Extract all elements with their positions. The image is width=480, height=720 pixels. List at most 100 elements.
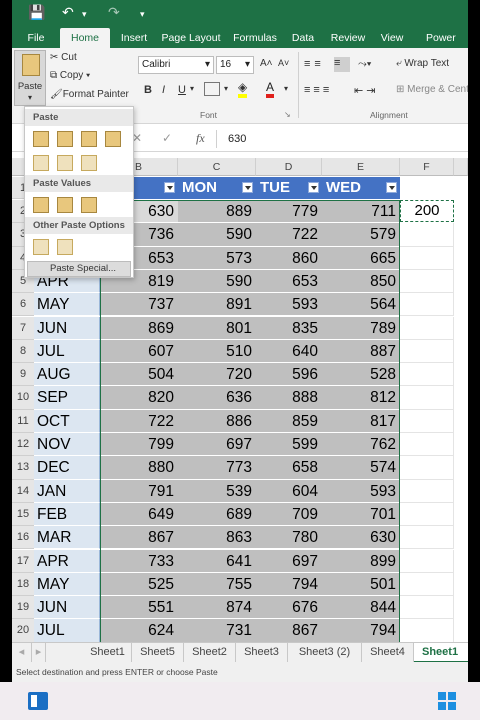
- column-header-c[interactable]: C: [178, 158, 256, 176]
- value-cell[interactable]: 762: [322, 433, 400, 457]
- customize-qat-icon[interactable]: ▾: [140, 9, 145, 20]
- value-cell[interactable]: 863: [178, 526, 256, 550]
- value-cell[interactable]: 653: [256, 269, 322, 294]
- value-cell[interactable]: 891: [178, 293, 256, 317]
- paste-link-icon[interactable]: [57, 239, 73, 255]
- windows-start-icon[interactable]: [438, 692, 456, 710]
- value-cell[interactable]: 773: [178, 456, 256, 480]
- formula-input[interactable]: 630: [228, 133, 246, 145]
- empty-cell[interactable]: [400, 293, 454, 317]
- value-cell[interactable]: 812: [322, 386, 400, 410]
- row-header[interactable]: 18: [12, 572, 34, 597]
- empty-cell[interactable]: [400, 409, 454, 433]
- formatting-icon[interactable]: [33, 239, 49, 255]
- empty-cell[interactable]: [400, 339, 454, 364]
- underline-button[interactable]: U: [178, 84, 186, 96]
- row-header[interactable]: 15: [12, 502, 34, 527]
- value-cell[interactable]: 658: [256, 456, 322, 480]
- value-cell[interactable]: 791: [100, 479, 178, 503]
- paste-formulas-icon[interactable]: [57, 131, 73, 147]
- value-cell[interactable]: 501: [322, 572, 400, 597]
- format-painter-button[interactable]: 🖌Format Painter: [50, 89, 129, 100]
- italic-button[interactable]: I: [162, 84, 165, 96]
- row-header[interactable]: 10: [12, 386, 34, 410]
- value-cell[interactable]: 697: [256, 549, 322, 573]
- bold-button[interactable]: B: [144, 84, 152, 96]
- transpose-icon[interactable]: [81, 155, 97, 171]
- empty-cell[interactable]: [400, 549, 454, 573]
- tab-insert[interactable]: Insert: [114, 28, 154, 48]
- sheet-tab-sheet4[interactable]: Sheet4: [362, 643, 414, 663]
- insert-function-icon[interactable]: fx: [196, 131, 205, 146]
- value-cell[interactable]: 579: [322, 223, 400, 247]
- value-cell[interactable]: 593: [322, 479, 400, 503]
- month-cell[interactable]: JUN: [34, 596, 100, 620]
- value-cell[interactable]: 539: [178, 479, 256, 503]
- month-cell[interactable]: JUL: [34, 619, 100, 643]
- table-header-cell[interactable]: WED: [322, 177, 400, 199]
- row-header[interactable]: 17: [12, 549, 34, 573]
- value-cell[interactable]: 874: [178, 596, 256, 620]
- column-header-e[interactable]: E: [322, 158, 400, 176]
- value-cell[interactable]: 636: [178, 386, 256, 410]
- value-cell[interactable]: 899: [322, 549, 400, 573]
- tab-page-layout[interactable]: Page Layout: [158, 28, 224, 48]
- chevron-down-icon[interactable]: ▾: [224, 84, 228, 93]
- value-cell[interactable]: 599: [256, 433, 322, 457]
- empty-cell[interactable]: [400, 269, 454, 294]
- value-cell[interactable]: 817: [322, 409, 400, 433]
- value-cell[interactable]: 641: [178, 549, 256, 573]
- value-cell[interactable]: 869: [100, 316, 178, 340]
- value-cell[interactable]: 794: [256, 572, 322, 597]
- column-header-f[interactable]: F: [400, 158, 454, 176]
- table-header-cell[interactable]: TUE: [256, 177, 322, 199]
- value-cell[interactable]: 528: [322, 363, 400, 387]
- month-cell[interactable]: APR: [34, 549, 100, 573]
- value-cell[interactable]: 801: [178, 316, 256, 340]
- value-cell[interactable]: 867: [100, 526, 178, 550]
- value-cell[interactable]: 886: [178, 409, 256, 433]
- value-cell[interactable]: 709: [256, 502, 322, 527]
- vertical-align-icons[interactable]: ≡≡: [304, 58, 325, 70]
- value-cell[interactable]: 676: [256, 596, 322, 620]
- value-cell[interactable]: 701: [322, 502, 400, 527]
- increase-font-icon[interactable]: A˄: [260, 58, 273, 69]
- value-cell[interactable]: 640: [256, 339, 322, 364]
- copied-cell-f2[interactable]: 200: [400, 200, 454, 222]
- value-cell[interactable]: 697: [178, 433, 256, 457]
- paste-special-item[interactable]: Paste Special...: [27, 261, 131, 277]
- value-cell[interactable]: 731: [178, 619, 256, 643]
- tab-power-pivot[interactable]: Power Pivot: [416, 28, 468, 64]
- dialog-launcher-icon[interactable]: ↘: [284, 110, 291, 119]
- copy-button[interactable]: ⧉ Copy ▾: [50, 70, 90, 81]
- value-cell[interactable]: 649: [100, 502, 178, 527]
- column-header-d[interactable]: D: [256, 158, 322, 176]
- sheet-tab-sheet1[interactable]: Sheet1: [84, 643, 132, 663]
- value-cell[interactable]: 607: [100, 339, 178, 364]
- column-header-g[interactable]: [454, 158, 468, 176]
- undo-icon[interactable]: ↶: [62, 4, 74, 21]
- row-header[interactable]: 6: [12, 293, 34, 317]
- value-cell[interactable]: 737: [100, 293, 178, 317]
- value-cell[interactable]: 573: [178, 246, 256, 270]
- value-cell[interactable]: 867: [256, 619, 322, 643]
- empty-cell[interactable]: [400, 386, 454, 410]
- value-cell[interactable]: 887: [322, 339, 400, 364]
- month-cell[interactable]: JUL: [34, 339, 100, 364]
- value-cell[interactable]: 590: [178, 269, 256, 294]
- value-cell[interactable]: 504: [100, 363, 178, 387]
- value-cell[interactable]: 593: [256, 293, 322, 317]
- row-header[interactable]: 11: [12, 409, 34, 433]
- cut-button[interactable]: ✂ Cut: [50, 52, 77, 63]
- value-cell[interactable]: 844: [322, 596, 400, 620]
- decrease-font-icon[interactable]: A˅: [278, 58, 289, 68]
- value-cell[interactable]: 510: [178, 339, 256, 364]
- value-cell[interactable]: 888: [256, 386, 322, 410]
- value-cell[interactable]: 889: [178, 200, 256, 224]
- table-header-cell[interactable]: MON: [178, 177, 256, 199]
- sheet-tab-sheet3[interactable]: Sheet3: [236, 643, 288, 663]
- empty-cell[interactable]: [400, 479, 454, 503]
- value-cell[interactable]: 733: [100, 549, 178, 573]
- row-header[interactable]: 20: [12, 619, 34, 643]
- tab-home[interactable]: Home: [60, 28, 110, 48]
